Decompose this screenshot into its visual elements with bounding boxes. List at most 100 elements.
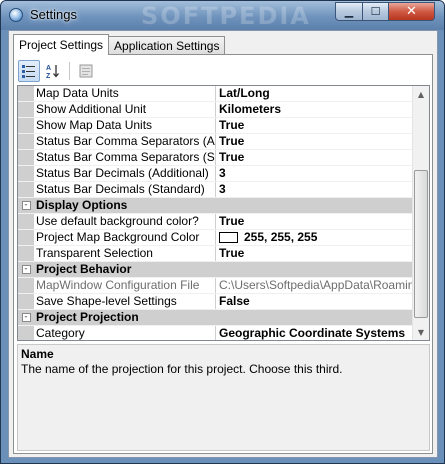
property-row[interactable]: Status Bar Decimals (Additional) 3 [18, 166, 414, 182]
client-area: Project Settings Application Settings A … [8, 30, 438, 458]
property-value[interactable]: 255, 255, 255 [216, 230, 414, 245]
property-row[interactable]: Show Map Data Units True [18, 118, 414, 134]
minimize-button[interactable]: ▁ [335, 2, 363, 21]
row-margin [18, 214, 34, 229]
row-margin [18, 246, 34, 261]
property-value-text: True [219, 118, 245, 132]
color-swatch [219, 232, 238, 243]
property-value-text: 3 [219, 166, 226, 180]
property-name[interactable]: Use default background color? [34, 214, 216, 229]
scroll-down-button[interactable]: ▼ [413, 324, 429, 340]
property-name[interactable]: Status Bar Decimals (Additional) [34, 166, 216, 181]
category-row[interactable]: - Display Options [18, 198, 414, 214]
property-value-text: True [219, 246, 245, 260]
category-row[interactable]: - Project Projection [18, 310, 414, 326]
property-row[interactable]: Save Shape-level Settings False [18, 294, 414, 310]
property-row[interactable]: Use default background color? True [18, 214, 414, 230]
property-name[interactable]: Status Bar Comma Separators (Additio [34, 134, 216, 149]
chevron-down-icon: ▼ [417, 327, 425, 337]
property-value[interactable]: False [216, 294, 414, 309]
property-value[interactable]: Geographic Coordinate Systems [216, 326, 414, 340]
property-row[interactable]: Status Bar Comma Separators (StandaTrue [18, 150, 414, 166]
property-name[interactable]: MapWindow Configuration File [34, 278, 216, 293]
property-grid[interactable]: Map Data Units Lat/Long Show Additional Un… [17, 85, 430, 341]
tab-strip: Project Settings Application Settings [13, 34, 226, 55]
toolbar-separator [69, 62, 70, 80]
property-row[interactable]: Category Geographic Coordinate Systems [18, 326, 414, 340]
category-label: Project Behavior [36, 262, 132, 276]
property-value-text: C:\Users\Softpedia\AppData\Roaming\Ma [219, 278, 414, 292]
description-text: The name of the projection for this proj… [21, 362, 343, 376]
property-value[interactable]: True [216, 246, 414, 261]
row-margin [18, 166, 34, 181]
alphabetical-button[interactable]: A Z [42, 60, 64, 82]
property-value[interactable]: C:\Users\Softpedia\AppData\Roaming\Ma [216, 278, 414, 293]
collapse-toggle[interactable]: - [18, 310, 34, 325]
collapse-icon: - [21, 264, 31, 274]
maximize-button[interactable]: ☐ [362, 2, 389, 21]
svg-text:Z: Z [46, 73, 51, 79]
row-margin [18, 294, 34, 309]
property-name[interactable]: Save Shape-level Settings [34, 294, 216, 309]
tab-project-settings[interactable]: Project Settings [13, 34, 110, 55]
description-title: Name [21, 347, 54, 361]
property-row[interactable]: Status Bar Comma Separators (AdditioTrue [18, 134, 414, 150]
property-value-text: True [219, 150, 245, 164]
property-value[interactable]: 3 [216, 182, 414, 197]
property-value[interactable]: True [216, 118, 414, 133]
property-name[interactable]: Show Additional Unit [34, 102, 216, 117]
property-value-text: 3 [219, 182, 226, 196]
scroll-thumb[interactable] [414, 170, 428, 318]
minimize-icon: ▁ [344, 5, 354, 18]
scroll-up-button[interactable]: ▲ [413, 86, 429, 102]
row-margin [18, 102, 34, 117]
property-name[interactable]: Map Data Units [34, 86, 216, 101]
property-value-text: Geographic Coordinate Systems [219, 326, 406, 340]
property-value[interactable]: True [216, 134, 414, 149]
property-value[interactable]: Kilometers [216, 102, 414, 117]
property-name[interactable]: Show Map Data Units [34, 118, 216, 133]
title-bar[interactable]: Settings SOFTPEDIA ▁ ☐ ✕ [1, 1, 444, 30]
row-margin [18, 150, 34, 165]
close-icon: ✕ [406, 4, 417, 19]
property-row[interactable]: MapWindow Configuration File C:\Users\Sof… [18, 278, 414, 294]
row-margin [18, 326, 34, 340]
property-row[interactable]: Show Additional Unit Kilometers [18, 102, 414, 118]
tab-application-settings[interactable]: Application Settings [108, 36, 226, 55]
property-value-text: False [219, 294, 250, 308]
property-name[interactable]: Category [34, 326, 216, 340]
category-row[interactable]: - Project Behavior [18, 262, 414, 278]
row-margin [18, 182, 34, 197]
property-value[interactable]: True [216, 150, 414, 165]
property-value[interactable]: 3 [216, 166, 414, 181]
collapse-icon: - [21, 312, 31, 322]
row-margin [18, 278, 34, 293]
property-name[interactable]: Project Map Background Color [34, 230, 216, 245]
property-value-text: True [219, 134, 245, 148]
property-name[interactable]: Status Bar Decimals (Standard) [34, 182, 216, 197]
property-name[interactable]: Status Bar Comma Separators (Standa [34, 150, 216, 165]
property-row[interactable]: Status Bar Decimals (Standard) 3 [18, 182, 414, 198]
watermark: SOFTPEDIA [141, 2, 311, 30]
property-row[interactable]: Project Map Background Color 255, 255, 25… [18, 230, 414, 246]
property-row[interactable]: Transparent Selection True [18, 246, 414, 262]
alphabetical-icon: A Z [46, 65, 59, 79]
row-margin [18, 118, 34, 133]
property-value-text: 255, 255, 255 [244, 230, 318, 244]
category-label: Project Projection [36, 310, 139, 324]
close-button[interactable]: ✕ [388, 2, 435, 21]
property-value[interactable]: Lat/Long [216, 86, 414, 101]
categorized-button[interactable] [18, 60, 40, 82]
category-label: Display Options [36, 198, 128, 212]
description-panel: Name The name of the projection for this… [17, 344, 430, 451]
project-settings-page: A Z Map Data Units Lat/Long Show Additio… [13, 54, 433, 454]
property-name[interactable]: Transparent Selection [34, 246, 216, 261]
property-grid-scrollbar[interactable]: ▲ ▼ [412, 86, 429, 340]
property-pages-button[interactable] [75, 60, 97, 82]
collapse-toggle[interactable]: - [18, 262, 34, 277]
property-row[interactable]: Map Data Units Lat/Long [18, 86, 414, 102]
row-margin [18, 134, 34, 149]
collapse-toggle[interactable]: - [18, 198, 34, 213]
property-value-text: Lat/Long [219, 86, 270, 100]
property-value[interactable]: True [216, 214, 414, 229]
